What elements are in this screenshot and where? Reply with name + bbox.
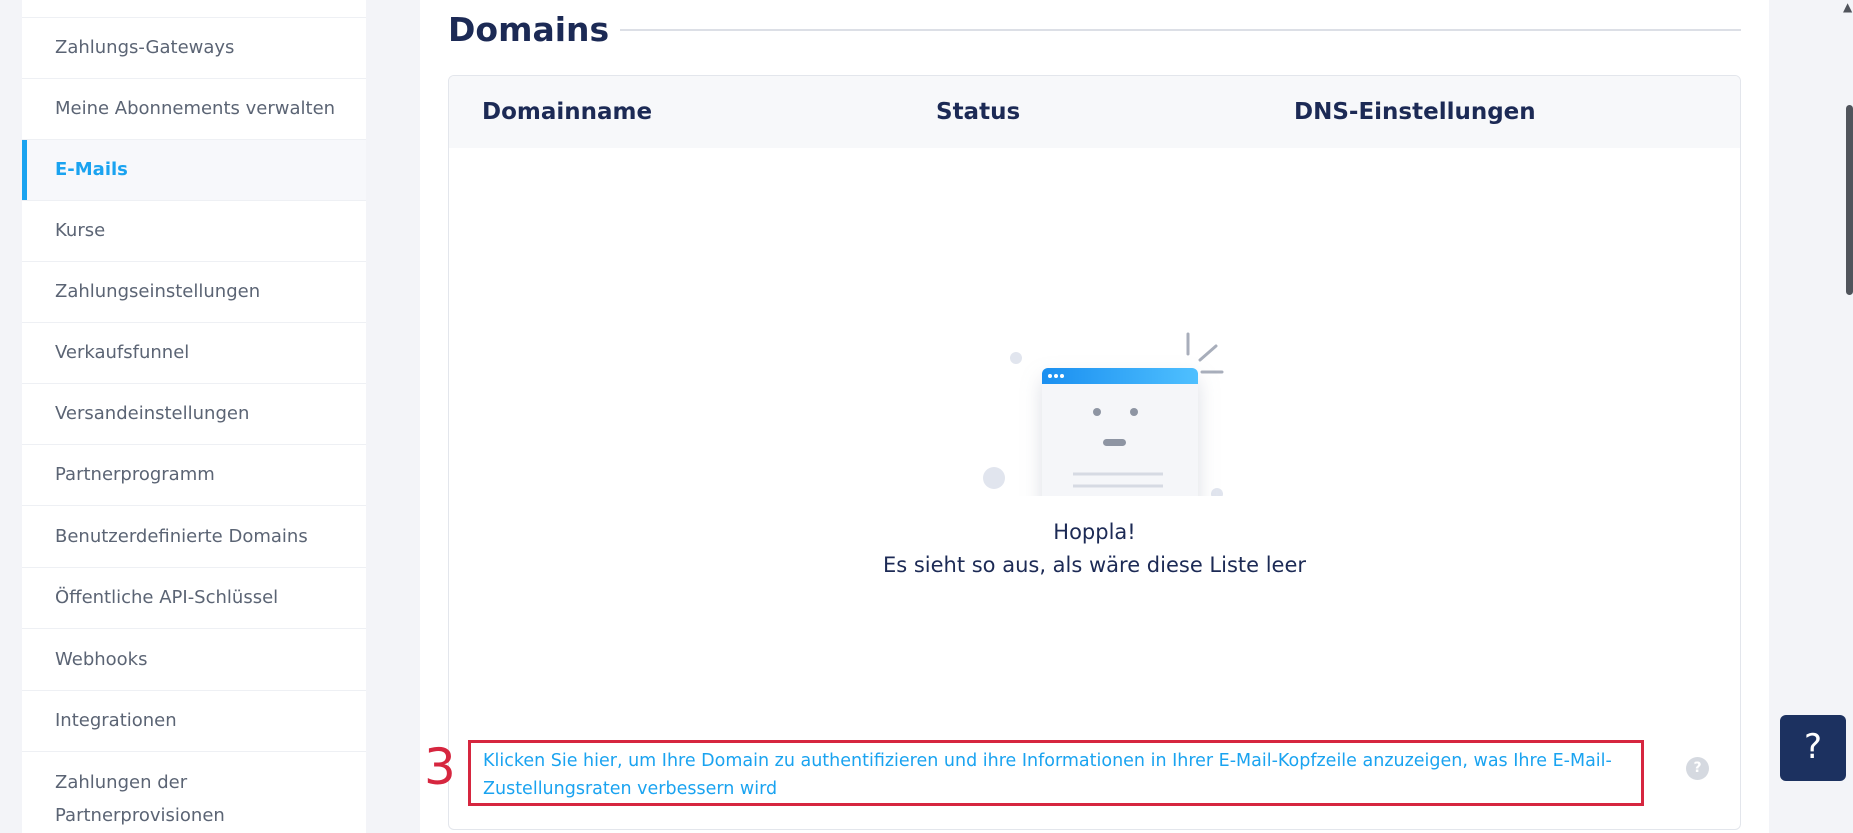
annotation-step-number: 3 (424, 738, 456, 796)
sidebar-item-api-schluessel[interactable]: Öffentliche API-Schlüssel (22, 568, 366, 629)
help-button[interactable]: ? (1780, 715, 1846, 781)
main-panel: Domains Domainname Status DNS-Einstellun… (420, 0, 1769, 833)
empty-state-message: Es sieht so aus, als wäre diese Liste le… (882, 553, 1307, 577)
sidebar-item-abonnements[interactable]: Meine Abonnements verwalten (22, 79, 366, 140)
sidebar-item-zahlungs-gateways[interactable]: Zahlungs-Gateways (22, 18, 366, 79)
settings-sidebar: Zahlungs-Gateways Meine Abonnements verw… (22, 0, 366, 833)
sidebar-item-benutzerdefinierte-domains[interactable]: Benutzerdefinierte Domains (22, 507, 366, 568)
authenticate-domain-link[interactable]: Klicken Sie hier, um Ihre Domain zu auth… (468, 740, 1644, 806)
sidebar-item-top-edge (22, 0, 366, 18)
sidebar-item-label: Integrationen (55, 710, 177, 731)
help-icon[interactable]: ? (1686, 757, 1709, 780)
sidebar-item-webhooks[interactable]: Webhooks (22, 630, 366, 691)
sidebar-item-label: Kurse (55, 220, 106, 241)
sidebar-item-label: Benutzerdefinierte Domains (55, 526, 308, 547)
sidebar-item-label: Öffentliche API-Schlüssel (55, 587, 279, 608)
scroll-up-arrow-icon[interactable]: ▲ (1843, 0, 1852, 14)
table-header: Domainname Status DNS-Einstellungen (449, 76, 1740, 148)
sidebar-item-label: Webhooks (55, 649, 148, 670)
sidebar-item-emails[interactable]: E-Mails (22, 140, 366, 201)
sidebar-item-partnerprogramm[interactable]: Partnerprogramm (22, 445, 366, 506)
sidebar-item-verkaufsfunnel[interactable]: Verkaufsfunnel (22, 323, 366, 384)
page-title: Domains (448, 10, 610, 49)
sidebar-item-label: Zahlungseinstellungen (55, 281, 261, 302)
sidebar-item-kurse[interactable]: Kurse (22, 201, 366, 262)
sidebar-item-label: Zahlungs-Gateways (55, 37, 235, 58)
sidebar-item-label: E-Mails (55, 159, 128, 180)
sidebar-item-label: Versandeinstellungen (55, 403, 250, 424)
sidebar-item-versandeinstellungen[interactable]: Versandeinstellungen (22, 384, 366, 445)
sidebar-item-label: Verkaufsfunnel (55, 342, 190, 363)
sidebar-item-partnerprovisionen[interactable]: Zahlungen der Partnerprovisionen (22, 752, 366, 833)
sidebar-item-label: Meine Abonnements verwalten (55, 98, 336, 119)
sidebar-item-zahlungseinstellungen[interactable]: Zahlungseinstellungen (22, 262, 366, 323)
title-divider (620, 29, 1741, 31)
sidebar-item-integrationen[interactable]: Integrationen (22, 691, 366, 752)
column-header-dns-einstellungen[interactable]: DNS-Einstellungen (1294, 99, 1536, 125)
scrollbar-thumb[interactable] (1846, 105, 1853, 295)
sidebar-item-label: Partnerprogramm (55, 464, 215, 485)
domains-table: Domainname Status DNS-Einstellungen Hopp… (448, 75, 1741, 830)
sidebar-item-label: Zahlungen der Partnerprovisionen (55, 772, 225, 826)
column-header-domainname[interactable]: Domainname (482, 99, 652, 125)
column-header-status[interactable]: Status (936, 99, 1020, 125)
empty-state-title: Hoppla! (1053, 520, 1136, 544)
empty-list-illustration (983, 332, 1224, 496)
